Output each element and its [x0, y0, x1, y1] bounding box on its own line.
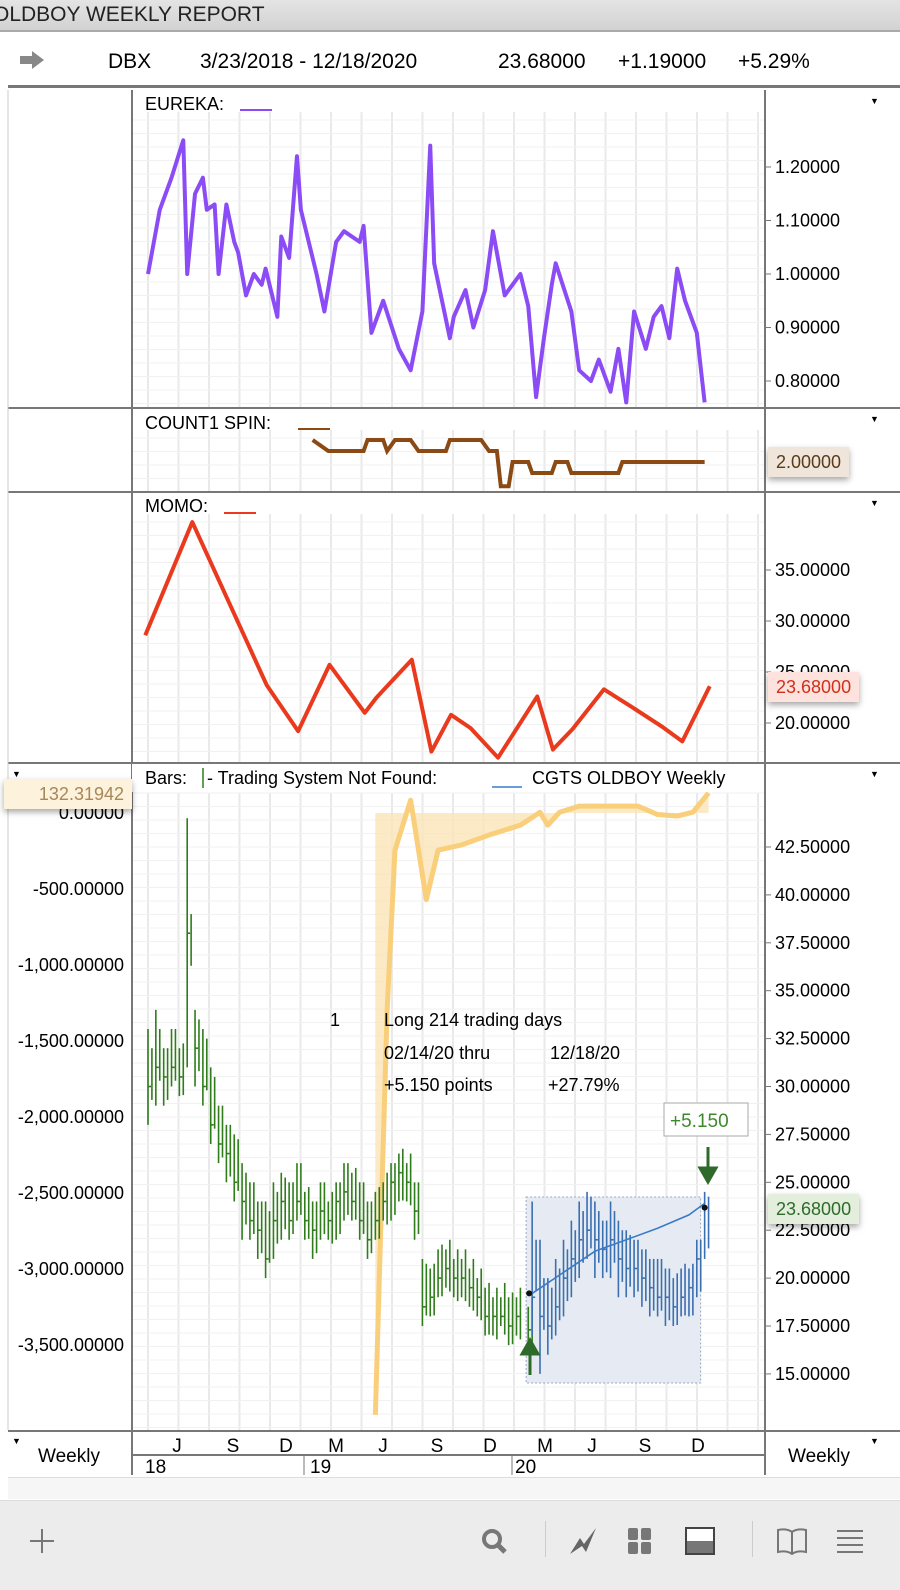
count1-value-badge: 2.00000	[768, 447, 850, 477]
price-y-tick-label: 42.50000	[775, 837, 850, 857]
price-change: +1.19000	[618, 50, 707, 73]
trade-points: +5.150 points	[384, 1075, 493, 1095]
menu-icon[interactable]	[830, 1521, 870, 1561]
chart-area[interactable]: 1.20000 1.10000 1.00000 0.90000 0.80000 35.00…	[0, 88, 900, 1430]
plus-icon[interactable]	[22, 1521, 62, 1561]
count1-line	[311, 438, 705, 489]
month-label: D	[483, 1436, 497, 1457]
momo-menu-icon[interactable]: ▼	[870, 498, 879, 508]
month-label: S	[639, 1436, 652, 1457]
last-price: 23.68000	[498, 50, 586, 73]
momo-y-tick-label: 35.00000	[775, 560, 850, 580]
gain-value: +5.150	[670, 1111, 729, 1132]
chart-icon[interactable]	[563, 1521, 603, 1561]
bars-menu-icon[interactable]: ▼	[870, 769, 879, 779]
month-label: J	[378, 1436, 388, 1457]
exit-point	[701, 1204, 708, 1211]
eureka-y-tick-label: 0.80000	[775, 371, 840, 391]
symbol: DBX	[108, 50, 152, 73]
momo-value-badge: 23.68000	[768, 672, 860, 702]
equity-y-tick-label: -3,000.00000	[18, 1259, 124, 1279]
trade-percent: +27.79%	[548, 1075, 620, 1095]
price-y-tick-label: 17.50000	[775, 1316, 850, 1336]
window-title-bar: OLDBOY WEEKLY REPORT	[0, 0, 900, 32]
eureka-y-tick-label: 1.10000	[775, 211, 840, 231]
exit-arrow-icon	[697, 1147, 719, 1186]
book-icon[interactable]	[772, 1521, 812, 1561]
system-label: - Trading System Not Found:	[207, 768, 437, 788]
price-y-tick-label: 30.00000	[775, 1077, 850, 1097]
left-period-menu-icon[interactable]: ▼	[12, 1436, 21, 1446]
date-range: 3/23/2018 - 12/18/2020	[200, 50, 418, 73]
year-label: 19	[310, 1457, 331, 1475]
grid-icon[interactable]	[620, 1521, 660, 1561]
bars-left-menu-icon[interactable]: ▼	[12, 769, 21, 779]
month-label: J	[587, 1436, 597, 1457]
count1-label: COUNT1 SPIN:	[145, 413, 271, 433]
eureka-y-tick-label: 1.20000	[775, 157, 840, 177]
right-period-label[interactable]: Weekly	[788, 1446, 850, 1467]
price-y-tick-label: 37.50000	[775, 933, 850, 953]
symbol-info-bar: DBX 3/23/2018 - 12/18/2020 23.68000 +1.1…	[8, 34, 900, 88]
time-axis[interactable]: J S D M J S D M J S D 18 19 20 ▼ ▼ Weekly Weekly	[0, 1430, 900, 1475]
right-period-menu-icon[interactable]: ▼	[870, 1436, 879, 1446]
eureka-menu-icon[interactable]: ▼	[870, 96, 879, 106]
year-label: 18	[145, 1457, 166, 1475]
trade-end-date: 12/18/20	[550, 1043, 620, 1063]
month-label: D	[279, 1436, 293, 1457]
left-period-label[interactable]: Weekly	[38, 1446, 100, 1467]
year-label: 20	[515, 1457, 536, 1475]
trade-duration: Long 214 trading days	[384, 1010, 562, 1030]
price-value-badge: 23.68000	[768, 1194, 860, 1224]
price-y-tick-label: 27.50000	[775, 1124, 850, 1144]
month-label: M	[537, 1436, 553, 1457]
equity-y-tick-label: -500.00000	[33, 879, 124, 899]
price-y-tick-label: 32.50000	[775, 1029, 850, 1049]
momo-label: MOMO:	[145, 496, 208, 516]
equity-y-tick-label: -1,500.00000	[18, 1031, 124, 1051]
price-y-tick-label: 35.00000	[775, 981, 850, 1001]
momo-y-tick-label: 30.00000	[775, 611, 850, 631]
momo-line	[143, 520, 712, 760]
footer-toolbar	[0, 1500, 900, 1590]
study-label: CGTS OLDBOY Weekly	[532, 768, 725, 788]
eureka-y-tick-label: 0.90000	[775, 318, 840, 338]
window-title: OLDBOY WEEKLY REPORT	[0, 3, 265, 26]
trade-number: 1	[330, 1010, 340, 1030]
equity-y-tick-label: -2,500.00000	[18, 1183, 124, 1203]
scroll-strip[interactable]	[8, 1477, 900, 1499]
eureka-label: EUREKA:	[145, 94, 224, 114]
count1-menu-icon[interactable]: ▼	[870, 414, 879, 424]
month-label: J	[172, 1436, 182, 1457]
equity-y-tick-label: -1,000.00000	[18, 955, 124, 975]
trade-start-date: 02/14/20 thru	[384, 1043, 490, 1063]
price-y-tick-label: 20.00000	[775, 1268, 850, 1288]
entry-point	[526, 1290, 533, 1297]
panel-icon[interactable]	[680, 1521, 720, 1561]
bars-label: Bars:	[145, 768, 187, 788]
month-label: D	[691, 1436, 705, 1457]
equity-value-badge: 132.31942	[4, 779, 132, 809]
eureka-y-tick-label: 1.00000	[775, 264, 840, 284]
price-y-tick-label: 40.00000	[775, 885, 850, 905]
price-y-tick-label: 25.00000	[775, 1172, 850, 1192]
price-y-tick-label: 15.00000	[775, 1364, 850, 1384]
percent-change: +5.29%	[738, 50, 810, 73]
equity-y-tick-label: -3,500.00000	[18, 1335, 124, 1355]
search-icon[interactable]	[474, 1521, 514, 1561]
month-label: M	[328, 1436, 344, 1457]
equity-axis: 0.00000-500.00000-1,000.00000-1,500.0000…	[18, 803, 124, 1355]
arrow-right-icon[interactable]	[18, 49, 46, 71]
equity-y-tick-label: -2,000.00000	[18, 1107, 124, 1127]
momo-y-tick-label: 20.00000	[775, 713, 850, 733]
month-label: S	[431, 1436, 444, 1457]
month-label: S	[227, 1436, 240, 1457]
